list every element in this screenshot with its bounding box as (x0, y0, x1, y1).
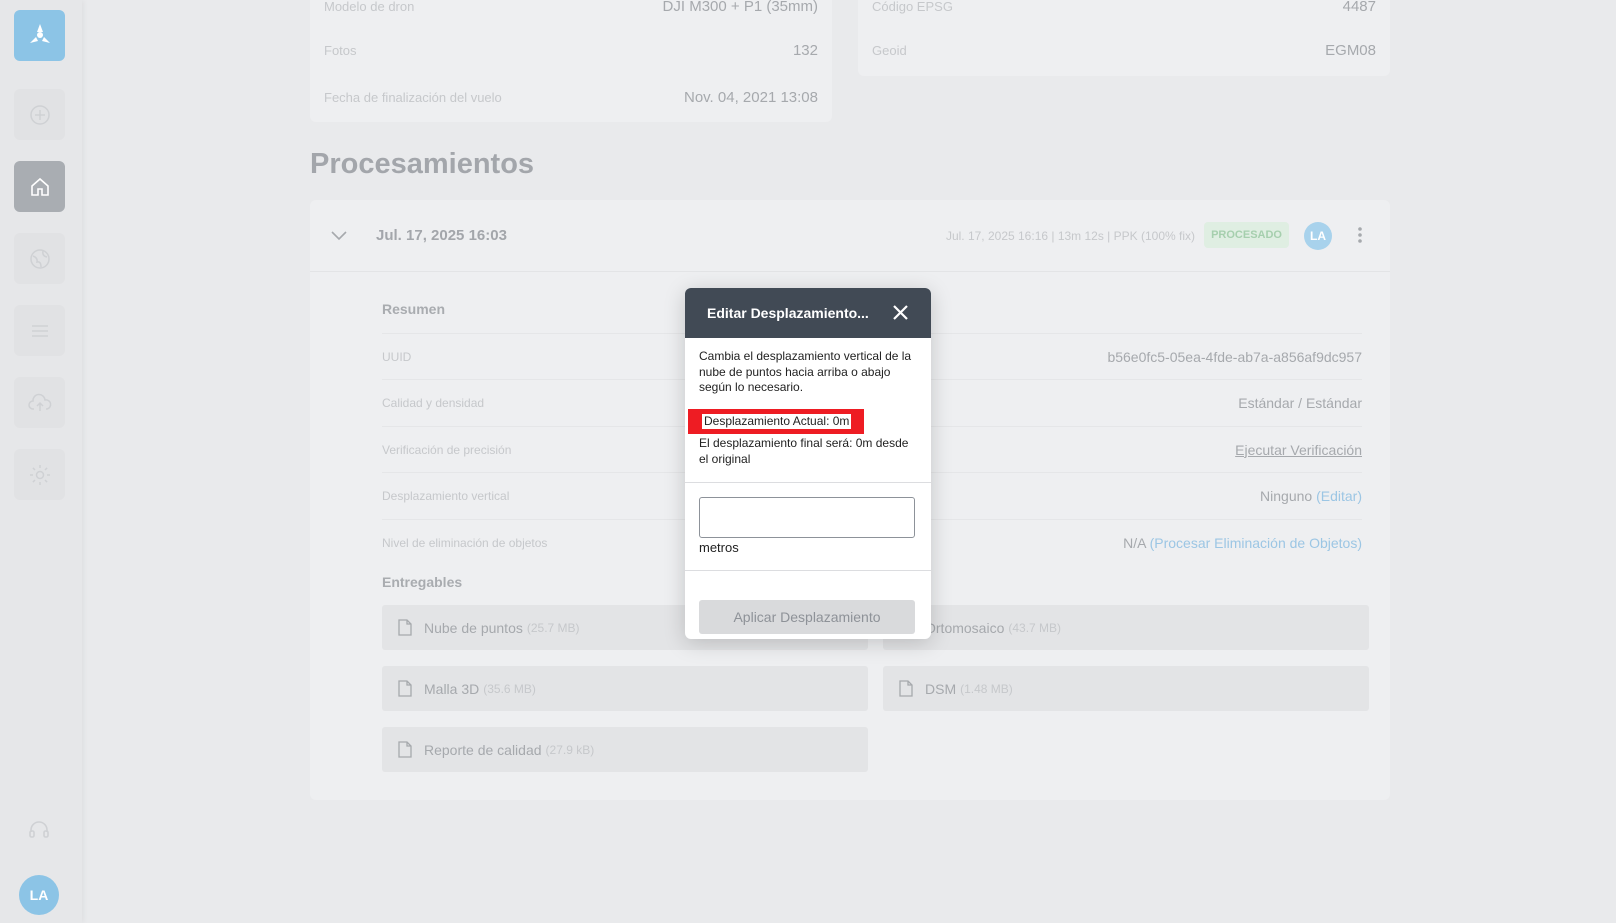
offset-input[interactable] (699, 497, 915, 538)
current-offset-text: Desplazamiento Actual: 0m (702, 413, 852, 429)
dialog-title: Editar Desplazamiento... (707, 305, 869, 321)
dialog-description: Cambia el desplazamiento vertical de la … (699, 349, 912, 394)
close-icon[interactable] (892, 304, 909, 321)
dialog-body: Cambia el desplazamiento vertical de la … (685, 338, 931, 467)
edit-offset-dialog: Editar Desplazamiento... Cambia el despl… (685, 288, 931, 639)
offset-input-group: metros (685, 483, 931, 555)
apply-offset-button[interactable]: Aplicar Desplazamiento (699, 600, 915, 634)
final-offset-text: El desplazamiento final será: 0m desde e… (699, 436, 909, 466)
current-offset-highlight: Desplazamiento Actual: 0m (688, 408, 865, 434)
unit-label: metros (699, 540, 739, 555)
dialog-header: Editar Desplazamiento... (685, 288, 931, 338)
